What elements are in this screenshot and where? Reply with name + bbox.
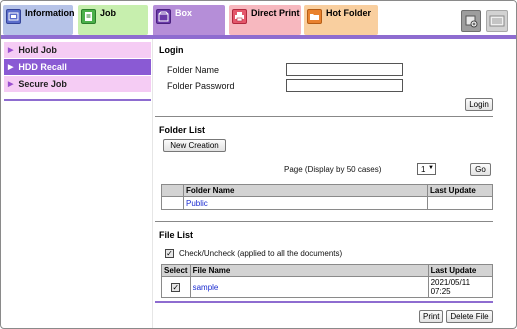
arrow-right-icon: ▶ [8,47,14,54]
file-link[interactable]: sample [193,283,219,292]
table-header-row: Select File Name Last Update [161,264,494,277]
login-title: Login [159,45,184,55]
tab-hot-folder-label: Hot Folder [326,8,371,18]
tab-information[interactable]: Information [3,5,75,35]
file-list-title: File List [159,230,194,240]
tab-job-label: Job [100,8,117,18]
sidebar: ▶ Hold Job ▶ HDD Recall ▶ Secure Job [4,42,151,93]
table-cell [161,196,184,210]
tab-direct-print[interactable]: Direct Print [229,5,301,35]
table-cell: Public [183,196,428,210]
folder-name-label: Folder Name [167,65,220,75]
device-icon[interactable] [461,10,481,32]
section-divider [155,116,493,117]
column-header: Folder Name [183,184,428,197]
go-button[interactable]: Go [470,163,491,176]
table-cell: sample [189,276,429,298]
new-creation-button[interactable]: New Creation [163,139,226,152]
column-header: Select [161,264,191,277]
sidebar-item-hdd-recall[interactable]: ▶ HDD Recall [4,59,151,76]
table-cell: 2021/05/11 07:25 [427,276,494,298]
sidebar-item-label: HDD Recall [18,62,67,72]
check-all-label: Check/Uncheck (applied to all the docume… [179,249,343,258]
sidebar-divider [4,99,151,101]
page-select[interactable]: 1 ▼ [417,163,436,175]
hot-folder-icon [307,9,322,24]
box-icon [156,9,171,24]
chevron-down-icon: ▼ [428,165,434,171]
keyboard-icon[interactable] [486,10,508,32]
folder-link[interactable]: Public [186,199,208,208]
tab-box-label: Box [175,8,193,18]
sidebar-item-hold-job[interactable]: ▶ Hold Job [4,42,151,59]
information-icon [6,9,21,24]
login-button[interactable]: Login [465,98,493,111]
select-checkbox[interactable]: ✓ [171,282,181,292]
sidebar-item-secure-job[interactable]: ▶ Secure Job [4,76,151,93]
check-all-checkbox[interactable]: ✓ [165,249,174,258]
folder-password-label: Folder Password [167,81,235,91]
sidebar-item-label: Secure Job [18,79,67,89]
column-header: Last Update [427,264,494,277]
print-button[interactable]: Print [419,310,443,323]
file-table: Select File Name Last Update ✓ sample 20… [161,264,494,298]
section-divider [155,301,493,303]
arrow-right-icon: ▶ [8,81,14,88]
folder-list-title: Folder List [159,125,206,135]
table-row: Public [161,196,493,210]
column-header [161,184,184,197]
section-divider [155,221,493,222]
column-header: Last Update [427,184,493,197]
direct-print-icon [232,9,247,24]
table-row: ✓ sample 2021/05/11 07:25 [161,276,494,298]
table-cell [427,196,493,210]
job-icon [81,9,96,24]
tab-information-label: Information [25,8,75,18]
page-label: Page (Display by 50 cases) [284,165,382,174]
tab-job[interactable]: Job [78,5,148,35]
tab-direct-print-label: Direct Print [251,8,300,18]
column-header: File Name [189,264,429,277]
check-all-row: ✓ Check/Uncheck (applied to all the docu… [165,249,342,258]
tab-box[interactable]: Box [153,5,225,37]
app-window: Information Job Box Direct Print Hot Fol… [0,0,517,329]
top-tab-bar: Information Job Box Direct Print Hot Fol… [1,1,516,37]
folder-name-input[interactable] [286,63,403,76]
folder-table: Folder Name Last Update Public [161,184,493,210]
tab-hot-folder[interactable]: Hot Folder [304,5,378,35]
folder-password-input[interactable] [286,79,403,92]
main-content: Login Folder Name Folder Password Login … [155,39,495,328]
panel-divider [152,39,153,328]
table-header-row: Folder Name Last Update [161,184,493,197]
arrow-right-icon: ▶ [8,64,14,71]
page-select-value: 1 [421,164,426,174]
delete-file-button[interactable]: Delete File [446,310,493,323]
table-cell: ✓ [161,276,191,298]
sidebar-item-label: Hold Job [18,45,57,55]
